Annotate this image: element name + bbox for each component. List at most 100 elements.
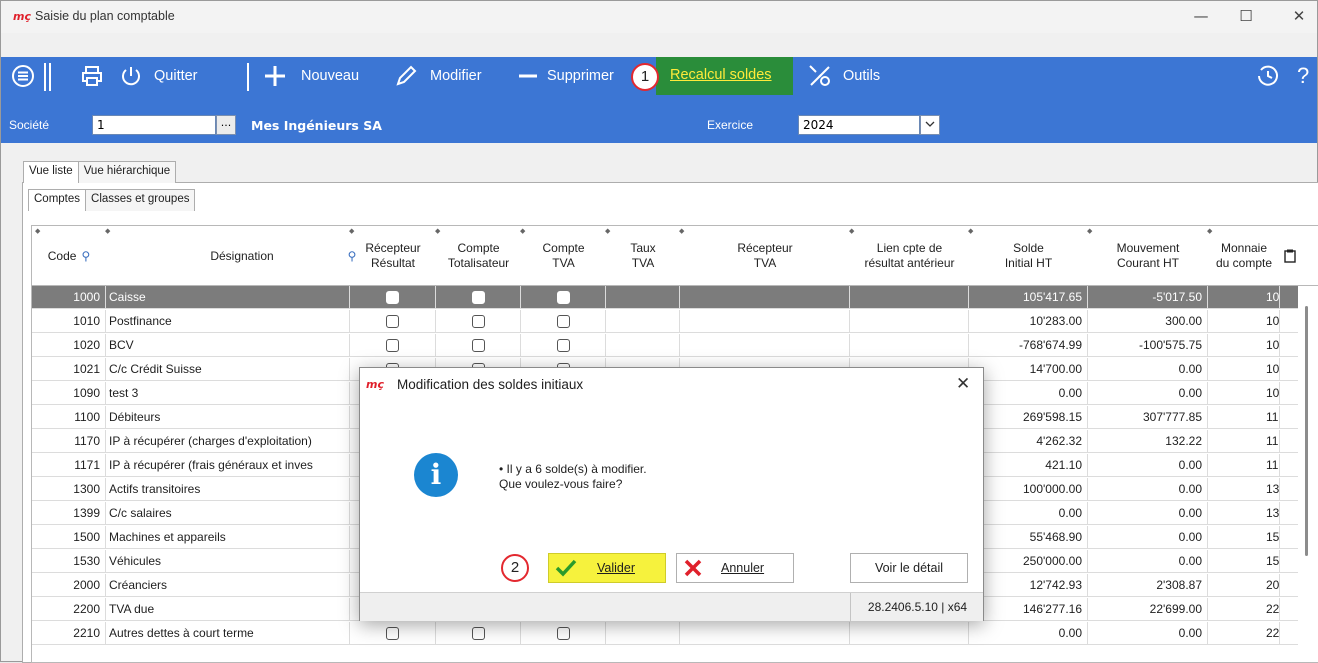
cell-mouv: 300.00 [1088,310,1208,333]
vertical-scrollbar[interactable] [1298,286,1318,662]
table-row[interactable]: 1020 BCV -768'674.99 -100'575.75 10 [32,334,1318,357]
modify-button[interactable]: Modifier [394,57,482,95]
society-label: Société [9,118,50,132]
title-bar: mç Saisie du plan comptable — ☐ ✕ [1,1,1317,33]
cell-solde: 55'468.90 [969,526,1088,549]
cell-rtva [680,334,850,357]
modify-label: Modifier [430,68,482,84]
checkbox[interactable] [557,627,570,640]
cell-solde: 10'283.00 [969,310,1088,333]
print-button[interactable] [81,57,103,95]
checkbox-cell [521,310,606,333]
history-button[interactable] [1256,57,1280,95]
close-button[interactable]: ✕ [1279,5,1318,29]
dialog-message: • Il y a 6 solde(s) à modifier. Que voul… [499,462,647,492]
checkbox[interactable] [557,315,570,328]
col-prior-result-link[interactable]: Lien cpte de résultat antérieur [850,226,969,286]
society-browse-button[interactable]: ... [216,115,236,135]
tab-accounts[interactable]: Comptes [28,189,87,211]
validate-button[interactable]: Valider [548,553,666,583]
toolbar-separator [49,63,51,91]
checkbox[interactable] [386,627,399,640]
checkbox[interactable] [386,291,399,304]
cell-code: 1399 [32,502,106,525]
cell-code: 1021 [32,358,106,381]
cell-solde: 100'000.00 [969,478,1088,501]
maximize-button[interactable]: ☐ [1226,5,1266,29]
cell-name: Véhicules [106,550,350,573]
menu-icon [12,65,34,87]
col-initial-balance[interactable]: Solde Initial HT [969,226,1088,286]
col-total-account[interactable]: Compte Totalisateur [436,226,521,286]
exercice-select[interactable]: 2024 [798,115,920,135]
cell-mouv: 0.00 [1088,622,1208,645]
cell-mon: 15 [1208,550,1280,573]
step-badge-1: 1 [631,63,659,91]
col-code[interactable]: Code ⚲ [32,226,106,286]
view-tabs: Vue liste Vue hiérarchique [23,161,177,183]
table-row[interactable]: 1010 Postfinance 10'283.00 300.00 10 [32,310,1318,333]
checkbox[interactable] [386,339,399,352]
tab-list-view[interactable]: Vue liste [23,161,79,183]
cell-name: BCV [106,334,350,357]
checkbox[interactable] [472,627,485,640]
quit-button[interactable]: Quitter [120,57,198,95]
tab-hierarchy-view[interactable]: Vue hiérarchique [77,161,177,183]
cell-mon: 10 [1208,334,1280,357]
col-vat-account[interactable]: Compte TVA [521,226,606,286]
cell-mon: 10 [1208,310,1280,333]
checkbox[interactable] [557,339,570,352]
cancel-button[interactable]: Annuler [676,553,794,583]
tools-button[interactable]: Outils [807,57,880,95]
cell-mouv: -100'575.75 [1088,334,1208,357]
checkbox[interactable] [472,339,485,352]
cell-code: 1090 [32,382,106,405]
cell-code: 2200 [32,598,106,621]
quit-label: Quitter [154,68,198,84]
cell-lien [850,310,969,333]
cell-taux [606,622,680,645]
society-code-input[interactable]: 1 [92,115,216,135]
sub-tabs: Comptes Classes et groupes [28,189,196,211]
cell-mouv: 0.00 [1088,502,1208,525]
tab-classes-groups[interactable]: Classes et groupes [85,189,196,211]
cell-code: 1500 [32,526,106,549]
checkbox[interactable] [472,315,485,328]
checkbox-cell [436,334,521,357]
sort-marker: ◆ [849,227,855,235]
cell-mouv: 22'699.00 [1088,598,1208,621]
column-chooser-button[interactable] [1280,226,1300,286]
main-window: mç Saisie du plan comptable — ☐ ✕ Quitte… [0,0,1318,663]
menu-button[interactable] [11,57,35,95]
cell-code: 1010 [32,310,106,333]
col-current-movement[interactable]: Mouvement Courant HT [1088,226,1208,286]
table-row[interactable]: 1000 Caisse 105'417.65 -5'017.50 10 [32,286,1318,309]
scrollbar-thumb[interactable] [1305,306,1308,556]
checkbox[interactable] [386,315,399,328]
minimize-button[interactable]: — [1181,5,1221,29]
col-vat-rate[interactable]: Taux TVA [606,226,680,286]
grid-header: Code ⚲ Désignation ⚲ Récepteur Résultat C… [32,226,1318,286]
new-button[interactable]: Nouveau [263,57,359,95]
col-account-currency[interactable]: Monnaie du compte [1208,226,1280,286]
checkbox[interactable] [557,291,570,304]
cell-mon: 15 [1208,526,1280,549]
col-result-receiver[interactable]: Récepteur Résultat [350,226,436,286]
checkbox-cell [350,622,436,645]
cell-solde: 105'417.65 [969,286,1088,309]
cell-taux [606,286,680,309]
delete-button[interactable]: Supprimer [517,57,614,95]
col-vat-receiver[interactable]: Récepteur TVA [680,226,850,286]
table-row[interactable]: 2210 Autres dettes à court terme 0.00 0.00 2… [32,622,1318,645]
cell-taux [606,310,680,333]
help-button[interactable]: ? [1297,57,1309,95]
exercice-dropdown-button[interactable] [920,115,940,135]
view-detail-button[interactable]: Voir le détail [850,553,968,583]
cell-rtva [680,622,850,645]
dialog-close-button[interactable]: ✕ [956,374,970,394]
history-icon [1258,65,1278,86]
minus-icon [519,74,537,78]
checkbox[interactable] [472,291,485,304]
recalc-button[interactable]: Recalcul soldes [656,57,793,95]
power-icon [122,67,140,86]
